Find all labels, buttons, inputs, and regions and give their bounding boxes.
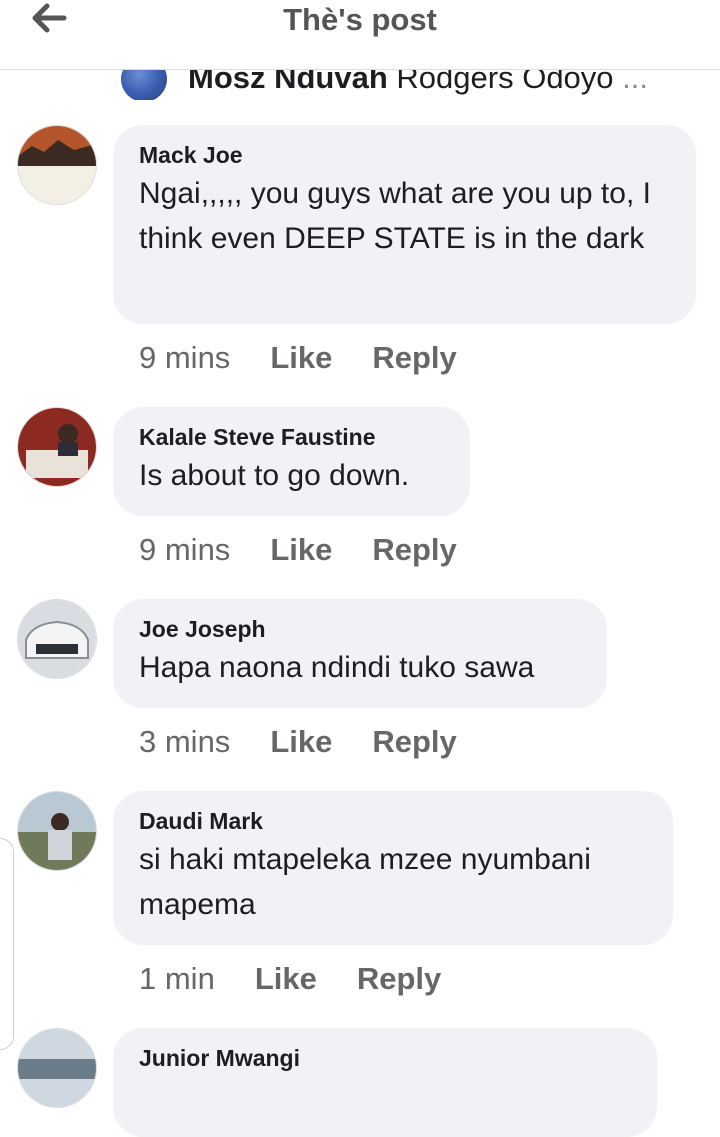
avatar-image	[18, 600, 96, 678]
avatar-image	[18, 408, 96, 486]
reply-button[interactable]: Reply	[372, 724, 456, 760]
comment-text: si haki mtapeleka mzee nyumbani mapema	[139, 843, 591, 921]
overlay-edge	[0, 838, 14, 1050]
comment-time: 3 mins	[139, 724, 231, 759]
top-bar: Thè's post	[0, 0, 720, 70]
comment-author[interactable]: Junior Mwangi	[139, 1044, 631, 1072]
like-button[interactable]: Like	[255, 961, 317, 997]
avatar[interactable]	[17, 791, 97, 871]
reply-button[interactable]: Reply	[357, 961, 441, 997]
comment-bubble: Daudi Mark si haki mtapeleka mzee nyumba…	[113, 791, 673, 945]
comment-bubble: Kalale Steve Faustine Is about to go dow…	[113, 407, 470, 516]
avatar[interactable]	[17, 407, 97, 487]
avatar[interactable]	[17, 125, 97, 205]
comment-actions: 9 mins Like Reply	[139, 532, 457, 568]
avatar-image	[18, 1029, 96, 1107]
like-button[interactable]: Like	[270, 340, 332, 376]
avatar-image	[18, 792, 96, 870]
comment-actions: 9 mins Like Reply	[139, 340, 457, 376]
comment-text: Ngai,,,,, you guys what are you up to, I…	[139, 177, 651, 255]
comment-time: 9 mins	[139, 532, 231, 567]
comment-author[interactable]: Joe Joseph	[139, 615, 581, 643]
comment-actions: 3 mins Like Reply	[139, 724, 457, 760]
comment-author[interactable]: Daudi Mark	[139, 807, 647, 835]
avatar-image	[18, 126, 96, 204]
like-button[interactable]: Like	[270, 532, 332, 568]
comment-bubble: Joe Joseph Hapa naona ndindi tuko sawa	[113, 599, 607, 708]
comment-actions: 1 min Like Reply	[139, 961, 441, 997]
avatar[interactable]	[17, 1028, 97, 1108]
comment-bubble: Junior Mwangi	[113, 1028, 657, 1137]
comment-text: Is about to go down.	[139, 459, 410, 492]
comment-text: Hapa naona ndindi tuko sawa	[139, 651, 535, 684]
comment-time: 9 mins	[139, 340, 231, 375]
comment-bubble: Mack Joe Ngai,,,,, you guys what are you…	[113, 125, 696, 324]
reply-button[interactable]: Reply	[372, 340, 456, 376]
avatar[interactable]	[17, 599, 97, 679]
comment-time: 1 min	[139, 961, 215, 996]
page-title: Thè's post	[283, 2, 437, 37]
comment-author[interactable]: Kalale Steve Faustine	[139, 423, 444, 451]
comment-author[interactable]: Mack Joe	[139, 141, 670, 169]
like-button[interactable]: Like	[270, 724, 332, 760]
reply-button[interactable]: Reply	[372, 532, 456, 568]
